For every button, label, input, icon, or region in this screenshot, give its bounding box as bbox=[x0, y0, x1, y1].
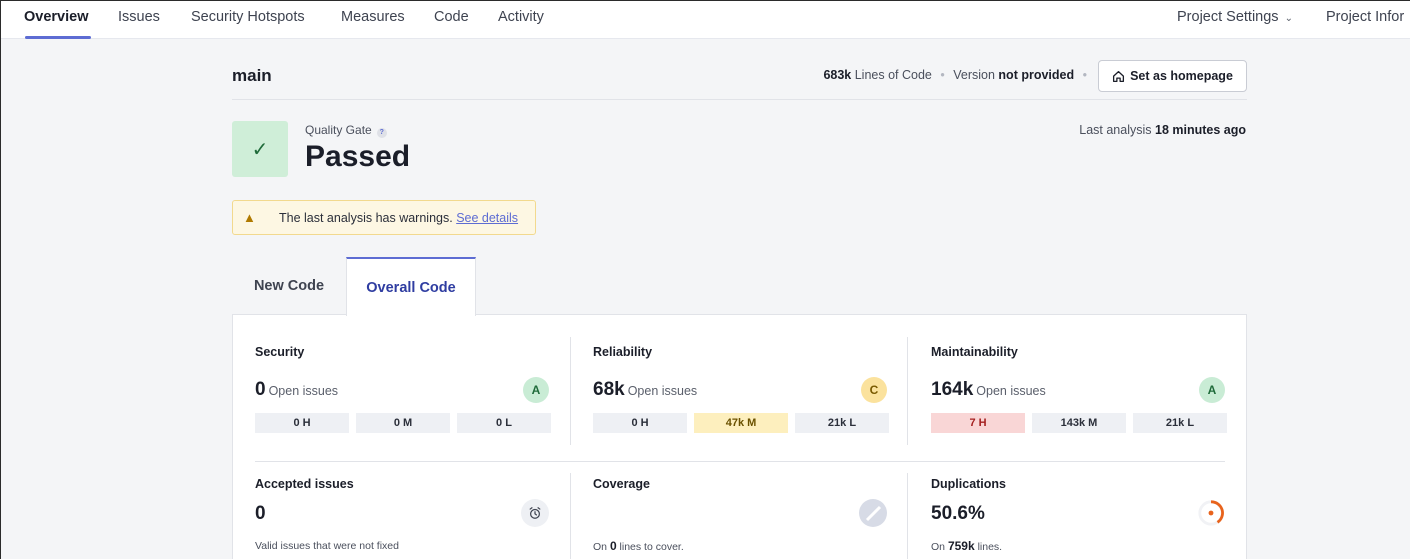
set-homepage-button[interactable]: Set as homepage bbox=[1098, 60, 1247, 92]
reliability-title: Reliability bbox=[593, 345, 653, 359]
last-analysis: Last analysis 18 minutes ago bbox=[1079, 123, 1246, 137]
tab-overview[interactable]: Overview bbox=[24, 9, 89, 25]
open-issues-label: Open issues bbox=[268, 384, 339, 398]
project-settings-menu[interactable]: Project Settings ⌄ bbox=[1177, 9, 1293, 25]
column-divider bbox=[907, 473, 908, 559]
separator-dot: • bbox=[940, 68, 945, 82]
column-divider bbox=[907, 337, 908, 445]
security-title: Security bbox=[255, 345, 305, 359]
alarm-clock-icon bbox=[521, 499, 549, 527]
home-icon bbox=[1113, 70, 1125, 82]
duplications-note: On 759k lines. bbox=[931, 539, 1002, 553]
version-value: not provided bbox=[998, 68, 1075, 82]
quality-gate-label-text: Quality Gate bbox=[305, 123, 372, 137]
tab-activity[interactable]: Activity bbox=[498, 9, 544, 25]
security-value: 0 bbox=[255, 379, 266, 400]
reliability-low-issues[interactable]: 21k L bbox=[795, 413, 889, 433]
tab-code[interactable]: Code bbox=[434, 9, 469, 25]
security-grade-badge[interactable]: A bbox=[523, 377, 549, 403]
coverage-title: Coverage bbox=[593, 477, 650, 491]
checkmark-icon: ✓ bbox=[251, 138, 269, 161]
tab-measures[interactable]: Measures bbox=[341, 9, 405, 25]
branch-name: main bbox=[232, 66, 272, 85]
maintainability-medium-issues[interactable]: 143k M bbox=[1032, 413, 1126, 433]
security-low-issues[interactable]: 0 L bbox=[457, 413, 551, 433]
tab-new-code[interactable]: New Code bbox=[232, 257, 346, 315]
quality-gate-status: Passed bbox=[305, 140, 411, 173]
row-divider bbox=[255, 461, 1225, 462]
tab-security-hotspots[interactable]: Security Hotspots bbox=[191, 9, 305, 25]
warning-message: The last analysis has warnings. bbox=[279, 211, 453, 225]
chevron-down-icon: ⌄ bbox=[1284, 13, 1293, 24]
active-tab-indicator bbox=[25, 36, 91, 39]
duplications-note-post: lines. bbox=[977, 541, 1003, 553]
maintainability-open-issues[interactable]: 164k Open issues bbox=[931, 379, 1046, 401]
column-divider bbox=[570, 337, 571, 445]
security-open-issues[interactable]: 0 Open issues bbox=[255, 379, 338, 401]
see-details-link[interactable]: See details bbox=[456, 211, 518, 225]
duplications-title: Duplications bbox=[931, 477, 1007, 491]
reliability-value: 68k bbox=[593, 379, 625, 400]
separator-dot: • bbox=[1082, 68, 1087, 82]
analysis-warning-banner: ▲ The last analysis has warnings. See de… bbox=[232, 200, 536, 235]
warning-text: The last analysis has warnings. See deta… bbox=[279, 211, 518, 225]
loc-label: Lines of Code bbox=[854, 68, 932, 82]
last-analysis-label: Last analysis bbox=[1079, 123, 1152, 137]
column-divider bbox=[570, 473, 571, 559]
quality-gate-label: Quality Gate? bbox=[305, 123, 387, 138]
quality-gate-passed-badge: ✓ bbox=[232, 121, 288, 177]
security-high-issues[interactable]: 0 H bbox=[255, 413, 349, 433]
set-homepage-label: Set as homepage bbox=[1130, 69, 1233, 83]
duplications-value[interactable]: 50.6% bbox=[931, 503, 985, 525]
maintainability-high-issues[interactable]: 7 H bbox=[931, 413, 1025, 433]
tab-overall-code[interactable]: Overall Code bbox=[346, 257, 476, 316]
help-icon[interactable]: ? bbox=[376, 128, 387, 138]
reliability-high-issues[interactable]: 0 H bbox=[593, 413, 687, 433]
accepted-issues-value[interactable]: 0 bbox=[255, 503, 266, 525]
maintainability-grade-badge[interactable]: A bbox=[1199, 377, 1225, 403]
reliability-medium-issues[interactable]: 47k M bbox=[694, 413, 788, 433]
open-issues-label: Open issues bbox=[627, 384, 698, 398]
maintainability-low-issues[interactable]: 21k L bbox=[1133, 413, 1227, 433]
project-information-link[interactable]: Project Infor bbox=[1326, 9, 1404, 25]
coverage-empty-icon bbox=[859, 499, 887, 527]
project-settings-label: Project Settings bbox=[1177, 9, 1279, 25]
header-divider bbox=[232, 99, 1247, 100]
warning-icon: ▲ bbox=[243, 210, 256, 225]
duplications-lines-value: 759k bbox=[947, 539, 975, 553]
reliability-open-issues[interactable]: 68k Open issues bbox=[593, 379, 697, 401]
duplications-note-pre: On bbox=[931, 541, 946, 553]
maintainability-value: 164k bbox=[931, 379, 974, 400]
maintainability-title: Maintainability bbox=[931, 345, 1018, 359]
duplications-ring-icon bbox=[1197, 499, 1225, 527]
top-navigation: Overview Issues Security Hotspots Measur… bbox=[1, 1, 1410, 39]
security-medium-issues[interactable]: 0 M bbox=[356, 413, 450, 433]
project-meta: 683k Lines of Code • Version not provide… bbox=[823, 68, 1092, 82]
coverage-note-post: lines to cover. bbox=[619, 541, 684, 553]
metrics-panel: Security 0 Open issues A 0 H 0 M 0 L Reli… bbox=[232, 314, 1247, 559]
reliability-grade-badge[interactable]: C bbox=[861, 377, 887, 403]
open-issues-label: Open issues bbox=[976, 384, 1046, 398]
coverage-note: On 0 lines to cover. bbox=[593, 539, 684, 553]
accepted-issues-title: Accepted issues bbox=[255, 477, 354, 491]
accepted-issues-note: Valid issues that were not fixed bbox=[255, 540, 399, 552]
coverage-lines-value: 0 bbox=[609, 539, 617, 553]
coverage-note-pre: On bbox=[593, 541, 608, 553]
tab-issues[interactable]: Issues bbox=[118, 9, 160, 25]
last-analysis-value: 18 minutes ago bbox=[1155, 123, 1246, 137]
loc-value: 683k bbox=[823, 68, 852, 82]
version-label: Version bbox=[953, 68, 995, 82]
